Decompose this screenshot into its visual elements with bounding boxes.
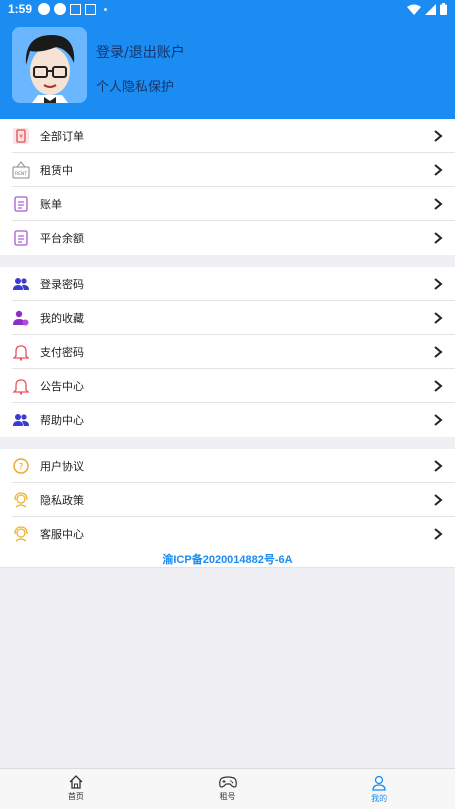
menu-item-help[interactable]: 帮助中心 <box>12 403 455 437</box>
tab-label: 租号 <box>219 792 236 801</box>
notification-icon <box>54 3 67 15</box>
menu-item-all-orders[interactable]: ¥ 全部订单 <box>12 119 455 153</box>
user-favorite-icon <box>13 310 29 326</box>
profile-icon <box>372 775 386 791</box>
menu-item-label: 我的收藏 <box>40 312 84 325</box>
policy-menu-group: ? 用户协议 隐私政策 客服中心 <box>0 449 455 551</box>
chevron-right-icon <box>434 346 443 358</box>
menu-item-label: 全部订单 <box>40 130 84 143</box>
tab-home[interactable]: 首页 <box>0 769 152 809</box>
orders-menu-group: ¥ 全部订单 RENT 租赁中 账单 平台余额 <box>0 119 455 255</box>
menu-item-privacy-policy[interactable]: 隐私政策 <box>12 483 455 517</box>
menu-item-bill[interactable]: 账单 <box>12 187 455 221</box>
profile-header: 登录/退出账户 个人隐私保护 <box>0 18 455 119</box>
menu-item-renting[interactable]: RENT 租赁中 <box>12 153 455 187</box>
question-icon: ? <box>13 458 29 474</box>
status-time: 1:59 <box>8 2 33 16</box>
menu-item-label: 租赁中 <box>40 164 73 177</box>
users-icon <box>13 414 29 426</box>
menu-item-label: 平台余额 <box>40 232 84 245</box>
privacy-link[interactable]: 个人隐私保护 <box>96 76 174 95</box>
balance-icon <box>14 230 28 246</box>
menu-item-label: 客服中心 <box>40 528 84 541</box>
menu-item-label: 支付密码 <box>40 346 84 359</box>
menu-item-balance[interactable]: 平台余额 <box>12 221 455 255</box>
status-bar: 1:59 <box>0 0 455 18</box>
chevron-right-icon <box>434 380 443 392</box>
cube-icon <box>70 3 82 15</box>
chevron-right-icon <box>434 164 443 176</box>
chevron-right-icon <box>434 232 443 244</box>
users-icon <box>13 278 29 290</box>
menu-item-login-password[interactable]: 登录密码 <box>12 267 455 301</box>
chevron-right-icon <box>434 130 443 142</box>
menu-item-label: 账单 <box>40 198 62 211</box>
support-icon <box>14 526 28 542</box>
gamepad-icon <box>218 776 237 788</box>
chevron-right-icon <box>434 460 443 472</box>
svg-text:RENT: RENT <box>15 171 27 177</box>
svg-text:¥: ¥ <box>19 134 23 141</box>
bell-icon <box>12 345 30 361</box>
menu-item-announcements[interactable]: 公告中心 <box>12 369 455 403</box>
tab-rent-account[interactable]: 租号 <box>152 769 304 809</box>
notification-icon <box>38 3 51 15</box>
tab-label: 我的 <box>371 794 388 803</box>
signal-icon <box>425 3 436 15</box>
order-icon: ¥ <box>13 128 29 144</box>
chevron-right-icon <box>434 312 443 324</box>
login-link[interactable]: 登录/退出账户 <box>96 42 185 62</box>
battery-icon <box>440 3 447 15</box>
dot-icon <box>104 7 108 11</box>
rent-icon: RENT <box>12 161 30 179</box>
menu-item-label: 公告中心 <box>40 380 84 393</box>
bottom-tab-bar: 首页 租号 我的 <box>0 768 455 809</box>
chevron-right-icon <box>434 494 443 506</box>
menu-item-label: 用户协议 <box>40 460 84 473</box>
home-icon <box>69 775 83 789</box>
cube-icon <box>85 3 97 15</box>
menu-item-customer-service[interactable]: 客服中心 <box>12 517 455 551</box>
menu-item-user-agreement[interactable]: ? 用户协议 <box>12 449 455 483</box>
menu-item-label: 帮助中心 <box>40 414 84 427</box>
tab-label: 首页 <box>67 792 84 801</box>
menu-item-label: 登录密码 <box>40 278 84 291</box>
menu-item-favorites[interactable]: 我的收藏 <box>12 301 455 335</box>
chevron-right-icon <box>434 414 443 426</box>
bell-icon <box>12 379 30 395</box>
menu-item-label: 隐私政策 <box>40 494 84 507</box>
icp-license-link[interactable]: 渝ICP备2020014882号-6A <box>0 551 455 568</box>
menu-item-pay-password[interactable]: 支付密码 <box>12 335 455 369</box>
tab-mine[interactable]: 我的 <box>303 769 455 809</box>
chevron-right-icon <box>434 528 443 540</box>
avatar[interactable] <box>12 27 87 103</box>
account-menu-group: 登录密码 我的收藏 支付密码 公告中心 帮助中心 <box>0 267 455 437</box>
support-icon <box>14 492 28 508</box>
bill-icon <box>14 196 28 212</box>
chevron-right-icon <box>434 278 443 290</box>
chevron-right-icon <box>434 198 443 210</box>
wifi-icon <box>407 4 421 15</box>
svg-text:?: ? <box>19 463 24 473</box>
